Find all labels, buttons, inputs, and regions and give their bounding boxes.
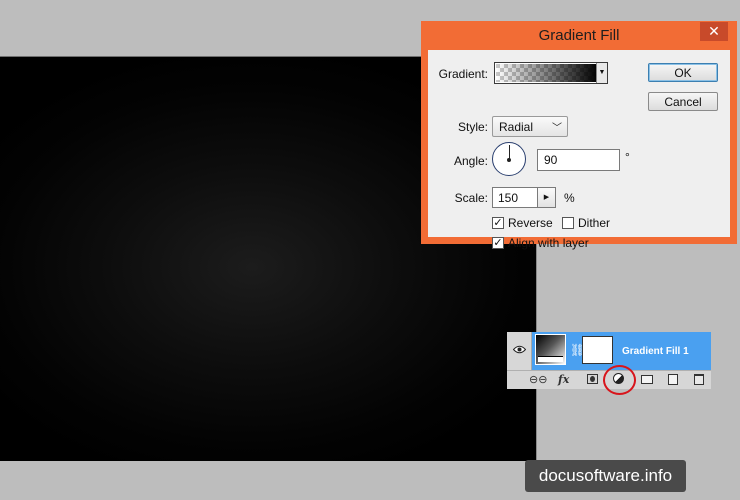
chevron-down-icon: ﹀ (552, 123, 562, 134)
add-mask-icon[interactable] (587, 374, 598, 384)
gradient-preview[interactable] (496, 64, 598, 82)
gradient-fill-dialog: Gradient Fill ✕ Gradient: ▼ Style: Radia… (421, 21, 737, 250)
dialog-titlebar[interactable]: Gradient Fill ✕ (421, 21, 737, 49)
highlight-circle (603, 365, 636, 395)
scale-label: Scale: (454, 191, 488, 205)
close-button[interactable]: ✕ (700, 22, 728, 41)
align-with-layer-checkbox[interactable]: ✓ (492, 237, 504, 249)
gradient-thumbnail-bar (538, 356, 563, 362)
visibility-toggle[interactable] (507, 332, 532, 370)
layer-row-gradient-fill[interactable]: ⛓ Gradient Fill 1 (507, 332, 711, 370)
scale-unit: % (564, 191, 575, 205)
dialog-body: Gradient: ▼ Style: Radial ﹀ Angle: 90 ° … (428, 50, 730, 250)
dither-label[interactable]: Dither (578, 216, 610, 230)
scale-slider-arrow-icon[interactable]: ▶ (538, 187, 556, 208)
style-select[interactable]: Radial ﹀ (492, 116, 568, 137)
gradient-picker[interactable]: ▼ (494, 62, 608, 84)
layer-mask-thumbnail[interactable] (582, 336, 613, 364)
angle-dial-center (507, 158, 511, 162)
trash-icon[interactable] (694, 374, 704, 385)
reverse-label[interactable]: Reverse (508, 216, 553, 230)
reverse-checkbox[interactable]: ✓ (492, 217, 504, 229)
eye-icon (513, 345, 526, 354)
style-label: Style: (457, 120, 488, 134)
angle-label: Angle: (453, 154, 488, 168)
new-layer-icon[interactable] (668, 374, 678, 385)
gradient-label: Gradient: (438, 67, 488, 81)
scale-input[interactable]: 150 (492, 187, 538, 208)
cancel-button[interactable]: Cancel (648, 92, 718, 111)
layer-name[interactable]: Gradient Fill 1 (622, 346, 689, 357)
angle-dial[interactable] (492, 142, 526, 176)
link-layers-icon[interactable]: ⊖⊖ (529, 373, 547, 387)
dither-checkbox[interactable] (562, 217, 574, 229)
gradient-dropdown-arrow-icon[interactable]: ▼ (596, 63, 607, 83)
angle-unit: ° (625, 150, 630, 164)
style-select-value: Radial (499, 120, 534, 134)
watermark: docusoftware.info (525, 460, 686, 492)
folder-icon[interactable] (641, 375, 653, 384)
dialog-title: Gradient Fill (538, 27, 620, 44)
ok-button[interactable]: OK (648, 63, 718, 82)
fx-icon[interactable]: fx (558, 373, 569, 387)
align-with-layer-label[interactable]: Align with layer (508, 236, 589, 250)
gradient-layer-thumbnail[interactable] (535, 334, 566, 365)
angle-dial-hand (509, 145, 510, 159)
angle-input[interactable]: 90 (537, 149, 620, 171)
